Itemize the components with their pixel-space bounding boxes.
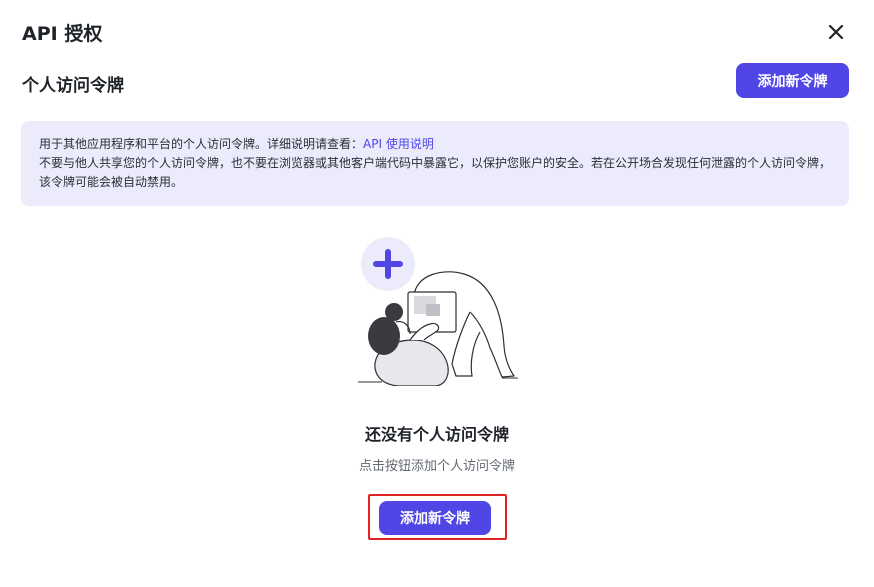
notice-line-2: 不要与他人共享您的个人访问令牌，也不要在浏览器或其他客户端代码中暴露它，以保护您… — [39, 156, 832, 189]
info-notice: 用于其他应用程序和平台的个人访问令牌。详细说明请查看：API 使用说明 不要与他… — [21, 121, 849, 206]
dialog-title: API 授权 — [22, 23, 103, 45]
empty-state-subtitle: 点击按钮添加个人访问令牌 — [358, 459, 515, 474]
person-with-laptop-illustration — [358, 237, 518, 386]
notice-line-1: 用于其他应用程序和平台的个人访问令牌。详细说明请查看：API 使用说明 — [39, 135, 831, 154]
section-title: 个人访问令牌 — [22, 76, 124, 96]
close-button[interactable] — [822, 18, 850, 46]
empty-state-title: 还没有个人访问令牌 — [364, 425, 509, 444]
api-usage-link[interactable]: API 使用说明 — [363, 137, 434, 151]
add-token-button-center[interactable]: 添加新令牌 — [379, 501, 491, 535]
notice-line-1-text: 用于其他应用程序和平台的个人访问令牌。详细说明请查看： — [39, 137, 364, 151]
add-token-button-top[interactable]: 添加新令牌 — [736, 63, 849, 98]
api-auth-dialog: API 授权 个人访问令牌 添加新令牌 用于其他应用程序和平台的个人访问令牌。详… — [0, 0, 874, 587]
close-icon — [828, 24, 844, 40]
